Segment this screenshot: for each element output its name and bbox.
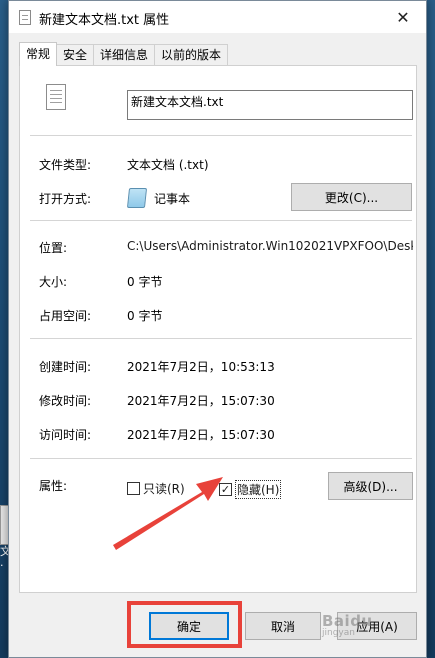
tab-general[interactable]: 常规 bbox=[19, 42, 58, 66]
annotation-arrow-icon bbox=[113, 477, 223, 550]
watermark: Baidu jingyan bbox=[322, 612, 373, 638]
